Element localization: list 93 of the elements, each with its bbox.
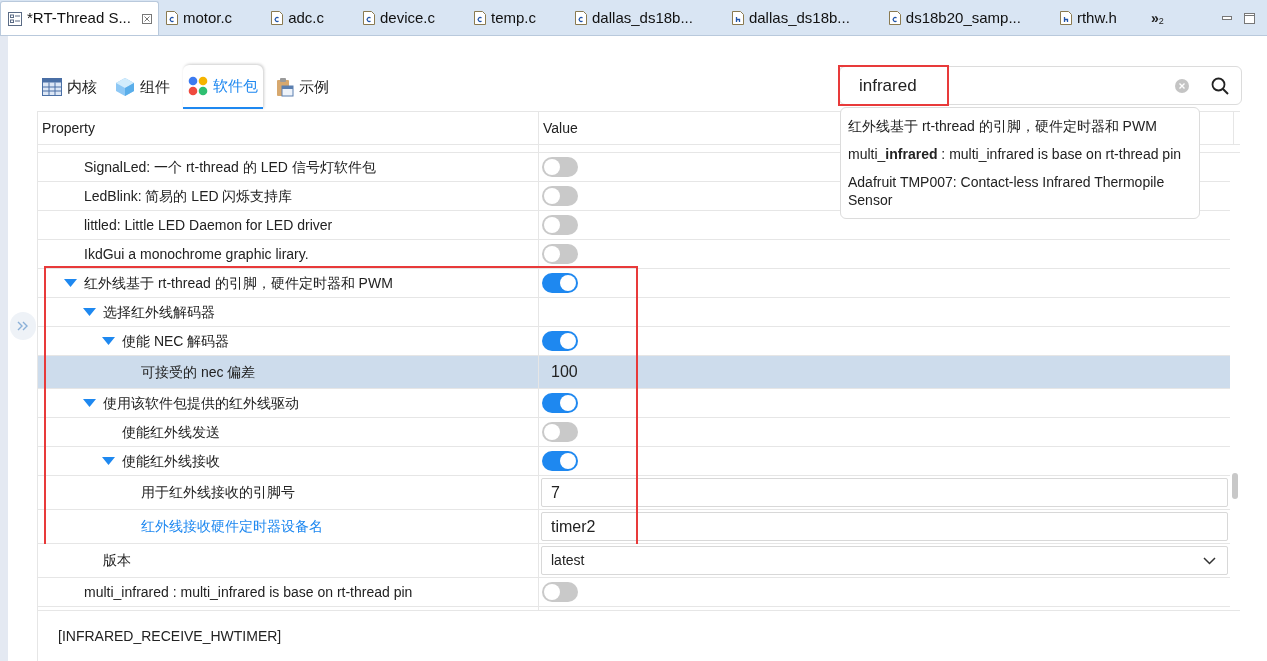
property-label: 使用该软件包提供的红外线驱动 xyxy=(103,393,299,413)
table-row[interactable]: 使能红外线发送 xyxy=(38,418,1230,447)
property-label: LedBlink: 简易的 LED 闪烁支持库 xyxy=(84,186,293,206)
settings-file-icon xyxy=(8,11,22,26)
version-dropdown[interactable]: latest xyxy=(541,546,1228,575)
editor-tab-label: motor.c xyxy=(182,7,233,28)
column-header[interactable]: Property xyxy=(38,112,539,144)
toggle-switch[interactable] xyxy=(542,215,578,235)
property-label: 用于红外线接收的引脚号 xyxy=(141,483,295,502)
expand-arrow-icon[interactable] xyxy=(64,279,77,287)
c-file-icon xyxy=(271,11,284,25)
property-label: 使能红外线发送 xyxy=(122,422,220,442)
toggle-switch[interactable] xyxy=(542,422,578,442)
table-row[interactable]: 选择红外线解码器 xyxy=(38,298,1230,327)
double-chevron-right-icon xyxy=(17,321,29,331)
header-file-icon xyxy=(731,11,744,25)
c-file-icon xyxy=(363,11,375,25)
expand-arrow-icon[interactable] xyxy=(102,337,115,345)
clipboard-icon xyxy=(276,77,294,97)
view-tab[interactable]: 组件 xyxy=(110,65,175,109)
minimize-icon[interactable] xyxy=(1222,16,1232,20)
property-label: littled: Little LED Daemon for LED driver xyxy=(84,215,333,235)
table-row[interactable]: 使用该软件包提供的红外线驱动 xyxy=(38,389,1230,418)
toggle-switch[interactable] xyxy=(542,244,578,264)
suggestion-item[interactable]: 红外线基于 rt-thread 的引脚，硬件定时器和 PWM xyxy=(848,112,1192,140)
property-label: SignalLed: 一个 rt-thread 的 LED 信号灯软件包 xyxy=(84,157,376,177)
editor-tab[interactable]: ds18b20_samp... xyxy=(881,1,1053,35)
value-text: 100 xyxy=(551,362,578,382)
close-icon[interactable] xyxy=(141,13,152,24)
scrollbar-thumb[interactable] xyxy=(1232,473,1238,499)
editor-tab[interactable]: adc.c xyxy=(264,1,356,35)
table-row[interactable]: 可接受的 nec 偏差 100 xyxy=(38,356,1230,389)
value-field[interactable]: 7 xyxy=(541,478,1228,507)
table-row[interactable]: 使能红外线接收 xyxy=(38,447,1230,476)
colored-dots-icon xyxy=(188,76,208,96)
editor-tab[interactable]: rthw.h xyxy=(1052,1,1149,35)
editor-tab-label: device.c xyxy=(380,7,435,28)
expand-panel-button[interactable] xyxy=(10,312,36,340)
c-file-icon xyxy=(888,11,901,25)
property-label: IkdGui a monochrome graphic lirary. xyxy=(84,244,309,264)
description-text: [INFRARED_RECEIVE_HWTIMER] xyxy=(58,626,282,646)
table-row[interactable]: 用于红外线接收的引脚号 7 xyxy=(38,476,1230,510)
search-icon[interactable] xyxy=(1211,76,1229,95)
maximize-icon[interactable] xyxy=(1244,12,1255,24)
chevron-down-icon xyxy=(1203,556,1216,565)
editor-tab[interactable]: dallas_ds18b... xyxy=(724,1,882,35)
toggle-switch[interactable] xyxy=(542,157,578,177)
c-file-icon xyxy=(575,11,588,25)
property-label: 红外线基于 rt-thread 的引脚，硬件定时器和 PWM xyxy=(84,273,393,293)
property-label: 使能 NEC 解码器 xyxy=(122,331,230,351)
table-row[interactable]: IkdGui a monochrome graphic lirary. xyxy=(38,240,1230,269)
toggle-switch[interactable] xyxy=(542,451,578,471)
c-file-icon xyxy=(474,11,486,25)
property-label: multi_infrared : multi_infrared is base on rt-thread pin xyxy=(84,582,413,602)
property-label: 使能红外线接收 xyxy=(122,451,220,471)
view-tab[interactable]: 软件包 xyxy=(183,65,263,109)
table-row[interactable]: 红外线接收硬件定时器设备名 timer2 xyxy=(38,510,1230,544)
editor-tab[interactable]: motor.c xyxy=(158,1,265,35)
table-row[interactable]: 红外线基于 rt-thread 的引脚，硬件定时器和 PWM xyxy=(38,269,1230,298)
property-label: 可接受的 nec 偏差 xyxy=(141,362,256,382)
editor-tab[interactable]: dallas_ds18b... xyxy=(568,1,725,35)
editor-tab-label: *RT-Thread S... xyxy=(27,8,131,29)
expand-arrow-icon[interactable] xyxy=(102,457,115,465)
editor-tab-label: temp.c xyxy=(491,7,537,28)
toggle-switch[interactable] xyxy=(542,393,578,413)
property-label: 红外线接收硬件定时器设备名 xyxy=(141,517,323,536)
editor-tab-label: dallas_ds18b... xyxy=(592,7,693,28)
editor-tab-label: rthw.h xyxy=(1076,7,1117,28)
view-tab[interactable]: 内核 xyxy=(37,65,102,109)
editor-tab-label: dallas_ds18b... xyxy=(748,7,850,28)
expand-arrow-icon[interactable] xyxy=(83,308,96,316)
editor-tab[interactable]: *RT-Thread S... xyxy=(0,1,159,35)
toggle-switch[interactable] xyxy=(542,331,578,351)
property-label: 选择红外线解码器 xyxy=(103,302,215,322)
value-field[interactable]: timer2 xyxy=(541,512,1228,541)
header-file-icon xyxy=(1059,11,1072,25)
toggle-switch[interactable] xyxy=(542,186,578,206)
table-row[interactable]: 版本 latest xyxy=(38,544,1230,578)
table-icon xyxy=(42,78,62,96)
expand-arrow-icon[interactable] xyxy=(83,399,96,407)
table-row[interactable]: multi_infrared : multi_infrared is base on rt-thread pin xyxy=(38,578,1230,607)
cube-icon xyxy=(115,77,135,97)
property-label: 版本 xyxy=(103,551,131,570)
c-file-icon xyxy=(165,11,178,25)
toggle-switch[interactable] xyxy=(542,273,578,293)
editor-tab-label: ds18b20_samp... xyxy=(905,7,1021,28)
table-row[interactable]: littled: Little LED Daemon for LED driver xyxy=(38,211,1230,240)
toggle-switch[interactable] xyxy=(542,582,578,602)
editor-tab[interactable]: temp.c xyxy=(467,1,569,35)
editor-tab-label: adc.c xyxy=(288,7,324,28)
view-tab[interactable]: 示例 xyxy=(271,65,334,109)
table-row[interactable]: 使能 NEC 解码器 xyxy=(38,327,1230,356)
editor-tab[interactable]: device.c xyxy=(356,1,467,35)
